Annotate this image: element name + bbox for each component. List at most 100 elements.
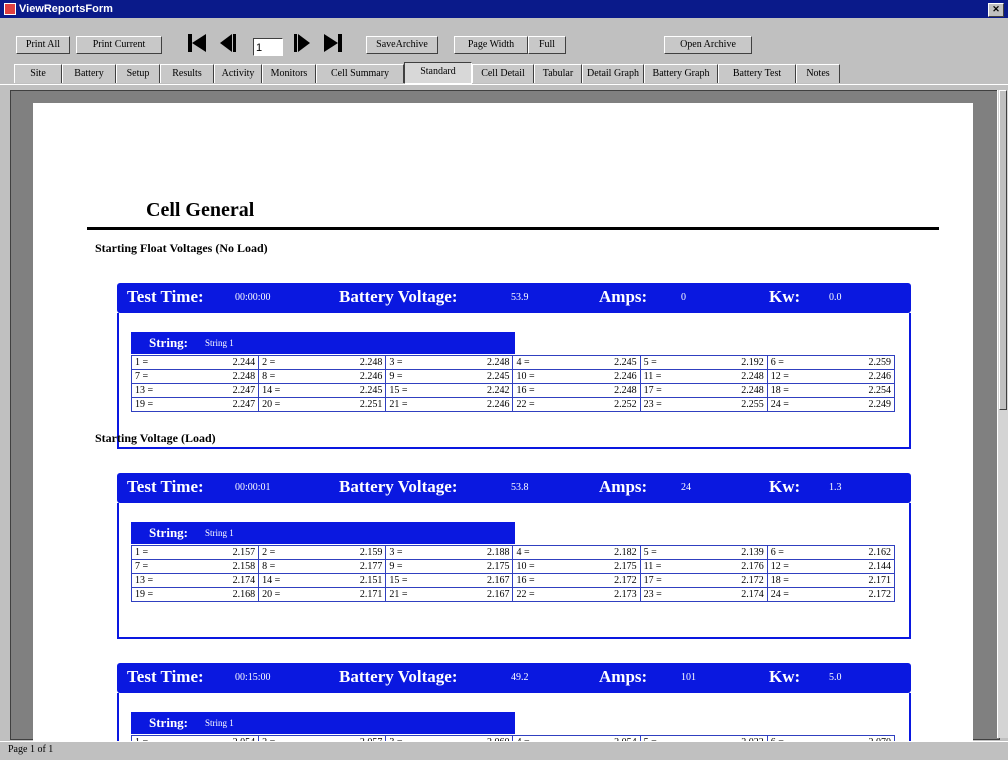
cell-number: 14 = — [262, 575, 281, 586]
cell-number: 23 = — [643, 589, 662, 600]
cell-number: 18 = — [770, 575, 789, 586]
cell-value: 2.139 — [741, 547, 764, 558]
test-time-value: 00:00:00 — [235, 292, 271, 303]
cell-value: 2.246 — [614, 371, 637, 382]
battery-voltage-label: Battery Voltage: — [339, 287, 458, 306]
block-body: String: String 1 1 = 2.157 2 = 2.159 3 = 2.18… — [117, 503, 911, 639]
battery-voltage-value: 49.2 — [511, 672, 529, 683]
cell-number: 2 = — [262, 547, 276, 558]
cell-number: 12 = — [770, 371, 789, 382]
cell-value: 2.172 — [614, 575, 637, 586]
cell-voltage: 1 = 2.157 — [130, 545, 260, 560]
string-header: String: String 1 — [131, 332, 515, 354]
cell-voltage: 17 = 2.172 — [639, 573, 768, 588]
tab-standard[interactable]: Standard — [404, 62, 472, 84]
cell-number: 1 = — [135, 547, 149, 558]
page-width-button[interactable]: Page Width — [454, 36, 528, 54]
cell-voltage: 18 = 2.171 — [766, 573, 896, 588]
cell-value: 2.144 — [868, 561, 892, 572]
cell-number: 10 = — [516, 561, 535, 572]
cell-number: 20 = — [262, 399, 281, 410]
cell-number: 17 = — [643, 575, 662, 586]
cell-voltage: 19 = 2.168 — [130, 587, 260, 602]
cell-voltage: 18 = 2.254 — [766, 383, 896, 398]
print-all-button[interactable]: Print All — [16, 36, 70, 54]
block-header: Test Time: 00:00:01 Battery Voltage: 53.… — [117, 473, 911, 503]
cell-value: 2.173 — [614, 589, 637, 600]
cell-voltage: 6 = 2.162 — [766, 545, 896, 560]
cell-voltage: 11 = 2.176 — [639, 559, 768, 574]
test-time-label: Test Time: — [127, 667, 204, 686]
cell-voltage: 4 = 2.245 — [512, 355, 641, 370]
cell-voltage-table: 1 = 2.157 2 = 2.159 3 = 2.188 4 = 2.182 5 = 2.139… — [130, 545, 896, 602]
cell-number: 17 = — [643, 385, 662, 396]
amps-label: Amps: — [599, 287, 648, 306]
cell-value: 2.188 — [486, 547, 510, 558]
tab-cell-detail[interactable]: Cell Detail — [472, 64, 534, 83]
report-page: Cell General Starting Float Voltages (No… — [33, 103, 973, 753]
tab-detail-graph[interactable]: Detail Graph — [582, 64, 644, 83]
cell-value: 2.159 — [359, 547, 383, 558]
full-button[interactable]: Full — [528, 36, 566, 54]
cell-value: 2.246 — [868, 371, 892, 382]
cell-number: 13 = — [135, 385, 154, 396]
first-page-icon[interactable] — [186, 32, 208, 54]
table-row: 19 = 2.247 20 = 2.251 21 = 2.246 22 = 2.252 23 =… — [130, 397, 896, 412]
tab-site[interactable]: Site — [14, 64, 62, 83]
tab-battery-graph[interactable]: Battery Graph — [644, 64, 718, 83]
block-body: String: String 1 1 = 2.244 2 = 2.248 3 = 2.24… — [117, 313, 911, 449]
print-current-button[interactable]: Print Current — [76, 36, 162, 54]
amps-label: Amps: — [599, 667, 648, 686]
window-title: ViewReportsForm — [19, 3, 113, 15]
cell-voltage: 15 = 2.242 — [385, 383, 514, 398]
cell-value: 2.245 — [614, 357, 637, 368]
tab-battery[interactable]: Battery — [62, 64, 116, 83]
cell-number: 7 = — [135, 371, 149, 382]
battery-voltage-label: Battery Voltage: — [339, 667, 458, 686]
open-archive-button[interactable]: Open Archive — [664, 36, 752, 54]
cell-voltage: 5 = 2.192 — [639, 355, 768, 370]
cell-voltage: 12 = 2.144 — [766, 559, 896, 574]
last-page-icon[interactable] — [322, 32, 344, 54]
page-number-input[interactable]: 1 — [253, 38, 283, 56]
kw-value: 0.0 — [829, 292, 842, 303]
cell-value: 2.252 — [614, 399, 637, 410]
string-label: String: — [149, 525, 188, 540]
save-archive-button[interactable]: SaveArchive — [366, 36, 438, 54]
tab-results[interactable]: Results — [160, 64, 214, 83]
cell-number: 19 = — [135, 589, 154, 600]
tab-setup[interactable]: Setup — [116, 64, 160, 83]
vertical-scrollbar[interactable] — [997, 90, 1008, 738]
scrollbar-thumb[interactable] — [999, 90, 1007, 410]
kw-value: 1.3 — [829, 482, 842, 493]
cell-value: 2.248 — [359, 357, 383, 368]
tab-notes[interactable]: Notes — [796, 64, 840, 83]
test-time-value: 00:00:01 — [235, 482, 271, 493]
tab-tabular[interactable]: Tabular — [534, 64, 582, 83]
tab-monitors[interactable]: Monitors — [262, 64, 316, 83]
section-label: Starting Float Voltages (No Load) — [95, 241, 268, 255]
previous-page-icon[interactable] — [216, 32, 238, 54]
next-page-icon[interactable] — [292, 32, 314, 54]
cell-voltage: 11 = 2.248 — [639, 369, 768, 384]
cell-value: 2.167 — [486, 589, 510, 600]
cell-number: 21 = — [389, 399, 408, 410]
cell-voltage: 17 = 2.248 — [639, 383, 768, 398]
cell-voltage: 14 = 2.245 — [258, 383, 387, 398]
tab-activity[interactable]: Activity — [214, 64, 262, 83]
cell-value: 2.182 — [614, 547, 637, 558]
toolbar: Print All Print Current 1 SaveArchive Pa… — [0, 18, 1008, 60]
tab-battery-test[interactable]: Battery Test — [718, 64, 796, 83]
cell-value: 2.175 — [486, 561, 510, 572]
tab-cell-summary[interactable]: Cell Summary — [316, 64, 404, 83]
close-icon[interactable]: ✕ — [988, 3, 1004, 17]
cell-number: 4 = — [516, 357, 530, 368]
report-tabs: Site Battery Setup Results Activity Monitors C… — [0, 62, 1008, 85]
block-header: Test Time: 00:15:00 Battery Voltage: 49.… — [117, 663, 911, 693]
cell-value: 2.246 — [359, 371, 383, 382]
cell-value: 2.168 — [232, 589, 256, 600]
cell-number: 4 = — [516, 547, 530, 558]
cell-number: 11 = — [643, 371, 662, 382]
cell-voltage: 13 = 2.174 — [130, 573, 260, 588]
cell-voltage: 14 = 2.151 — [258, 573, 387, 588]
